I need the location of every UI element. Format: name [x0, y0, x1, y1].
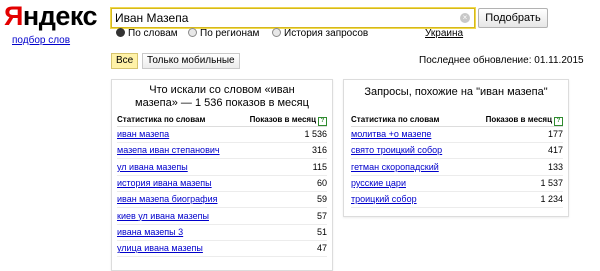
radio-label: По регионам [200, 28, 260, 39]
table-row: свято троицкий собор 417 [351, 142, 563, 158]
radio-label: По словам [128, 28, 178, 39]
impressions-count: 1 537 [540, 177, 563, 188]
impressions-count: 115 [312, 161, 327, 172]
query-link[interactable]: история ивана мазепы [117, 175, 212, 191]
table-row: иван мазепа 1 536 [117, 126, 327, 142]
table-row: иван мазепа биография 59 [117, 191, 327, 207]
table-row: улица ивана мазепы 47 [117, 240, 327, 256]
radio-label: История запросов [284, 28, 369, 39]
radio-unchecked-icon [188, 28, 197, 37]
impressions-count: 1 234 [540, 194, 563, 205]
wordstat-link[interactable]: подбор слов [12, 35, 70, 46]
query-link[interactable]: ул ивана мазепы [117, 159, 188, 175]
tab-mobile-only[interactable]: Только мобильные [142, 53, 240, 69]
help-icon[interactable]: ? [554, 117, 563, 126]
impressions-count: 51 [316, 226, 327, 237]
query-link[interactable]: ивана мазепы 3 [117, 224, 183, 240]
table-row: русские цари 1 537 [351, 175, 563, 191]
query-link[interactable]: киев ул ивана мазепы [117, 208, 209, 224]
radio-checked-icon [116, 28, 125, 37]
left-panel: Что искали со словом «иван мазепа» — 1 5… [111, 79, 333, 271]
last-updated: Последнее обновление: 01.11.2015 [419, 55, 584, 66]
query-link[interactable]: свято троицкий собор [351, 142, 442, 158]
impressions-count: 57 [316, 210, 327, 221]
impressions-count: 133 [547, 161, 563, 172]
query-link[interactable]: иван мазепа [117, 126, 169, 142]
left-panel-title-line1: Что искали со словом «иван [149, 84, 295, 96]
impressions-count: 316 [311, 145, 327, 156]
impressions-count: 177 [547, 129, 563, 139]
search-input[interactable] [112, 9, 450, 27]
right-panel-title: Запросы, похожие на "иван мазепа" [364, 86, 548, 98]
impressions-count: 60 [316, 177, 327, 188]
query-link[interactable]: троицкий собор [351, 191, 417, 207]
impressions-count: 417 [547, 145, 563, 156]
table-row: ивана мазепы 3 51 [117, 224, 327, 240]
logo-rest: ндекс [22, 1, 98, 31]
search-submit-button[interactable]: Подобрать [478, 8, 548, 28]
radio-unchecked-icon [272, 28, 281, 37]
row-divider [117, 256, 327, 258]
radio-query-history[interactable]: История запросов [272, 28, 368, 40]
query-link[interactable]: улица ивана мазепы [117, 240, 203, 256]
row-divider [351, 207, 563, 209]
left-col-count-label: Показов в месяц [249, 115, 316, 124]
query-link[interactable]: гетман скоропадский [351, 159, 439, 175]
left-panel-title-line2: мазепа» — 1 536 показов в месяц [135, 97, 309, 109]
left-col-count-header: Показов в месяц? [250, 115, 327, 126]
right-col-count-label: Показов в месяц [485, 115, 552, 124]
impressions-count: 1 536 [304, 129, 327, 139]
radio-by-words[interactable]: По словам [116, 28, 178, 40]
table-row: история ивана мазепы 60 [117, 175, 327, 191]
impressions-count: 47 [316, 243, 327, 254]
table-row: гетман скоропадский 133 [351, 159, 563, 175]
table-row: молитва +о мазепе 177 [351, 126, 563, 142]
logo-first-letter: Я [4, 1, 23, 31]
help-icon[interactable]: ? [318, 117, 327, 126]
impressions-count: 59 [316, 194, 327, 205]
right-col-count-header: Показов в месяц? [486, 115, 563, 126]
query-link[interactable]: молитва +о мазепе [351, 126, 431, 142]
table-row: мазепа иван степанович 316 [117, 142, 327, 158]
query-link[interactable]: мазепа иван степанович [117, 142, 220, 158]
clear-icon[interactable]: × [460, 13, 470, 23]
radio-by-regions[interactable]: По регионам [188, 28, 259, 40]
table-row: троицкий собор 1 234 [351, 191, 563, 207]
query-link[interactable]: иван мазепа биография [117, 191, 217, 207]
table-row: ул ивана мазепы 115 [117, 159, 327, 175]
search-box: × [111, 8, 475, 28]
table-row: киев ул ивана мазепы 57 [117, 208, 327, 224]
yandex-logo[interactable]: Яндекс [4, 0, 98, 32]
right-panel: Запросы, похожие на "иван мазепа" Статис… [343, 79, 569, 217]
left-col-query-header: Статистика по словам [117, 115, 206, 124]
right-col-query-header: Статистика по словам [351, 115, 440, 124]
query-link[interactable]: русские цари [351, 175, 406, 191]
region-link[interactable]: Украина [425, 28, 463, 40]
tab-all[interactable]: Все [111, 53, 139, 69]
